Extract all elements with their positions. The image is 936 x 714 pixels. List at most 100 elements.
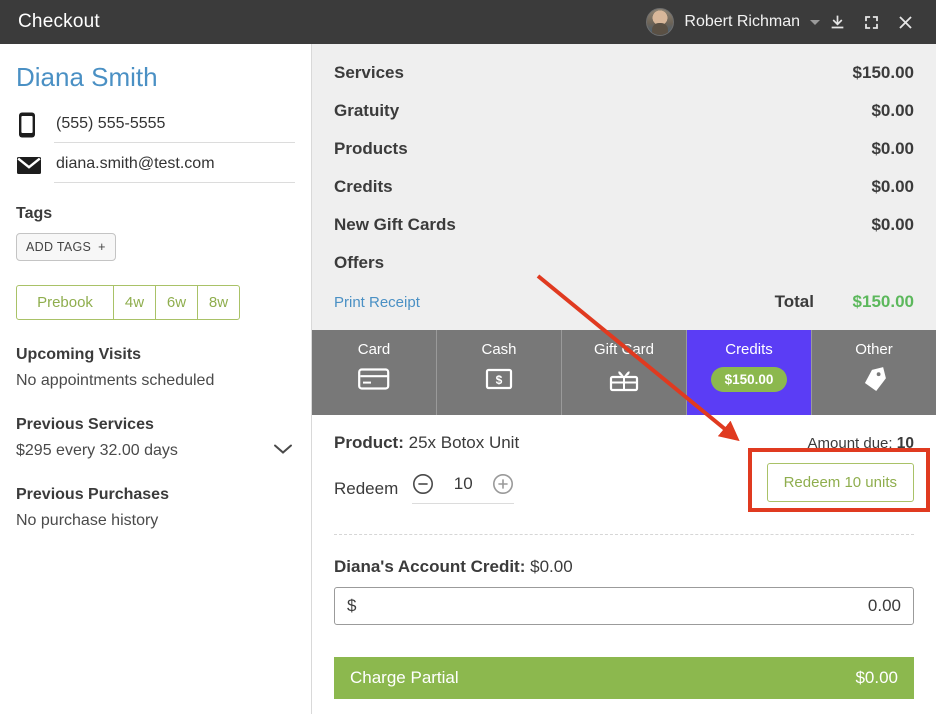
client-name[interactable]: Diana Smith (16, 62, 295, 93)
mobile-phone-icon (16, 111, 54, 139)
checkout-window: Checkout Robert Richman Diana Smith (555… (0, 0, 936, 714)
fullscreen-button[interactable] (854, 0, 888, 44)
previous-purchases-value: No purchase history (16, 512, 159, 529)
charge-partial-button[interactable]: Charge Partial $0.00 (334, 657, 914, 699)
summary-value: $0.00 (871, 215, 914, 234)
account-credit-value: $0.00 (530, 557, 573, 576)
summary-label: Offers (334, 253, 385, 272)
redeem-section: Product: 25x Botox Unit Amount due: 10 R… (312, 415, 936, 504)
quantity-value[interactable]: 10 (450, 474, 476, 494)
section-divider (334, 534, 914, 535)
redeem-button-holder: Redeem 10 units (766, 463, 914, 502)
summary-row: Services $150.00 (334, 54, 914, 92)
user-name: Robert Richman (684, 13, 800, 30)
prebook-group: Prebook 4w 6w 8w (16, 285, 240, 320)
redeem-header: Product: 25x Botox Unit Amount due: 10 (334, 433, 914, 453)
total-row: Print Receipt Total $150.00 (334, 282, 914, 322)
amount-due-value: 10 (896, 435, 914, 452)
gift-card-icon (609, 367, 639, 398)
summary-label: Gratuity (334, 101, 400, 120)
titlebar-actions: Robert Richman (646, 0, 936, 44)
redeem-units-button[interactable]: Redeem 10 units (766, 463, 914, 502)
credits-badge: $150.00 (710, 367, 788, 392)
print-receipt-link[interactable]: Print Receipt (334, 294, 420, 311)
summary-label: Services (334, 63, 404, 82)
phone-row: (555) 555-5555 (16, 107, 295, 143)
total-value: $150.00 (852, 292, 914, 311)
titlebar: Checkout Robert Richman (0, 0, 936, 44)
summary-row: Offers (334, 244, 914, 282)
product-value: 25x Botox Unit (408, 433, 520, 452)
page-title: Checkout (18, 11, 100, 32)
account-credit-label: Diana's Account Credit: (334, 557, 526, 576)
cash-bill-icon: $ (485, 367, 513, 396)
product-line: Product: 25x Botox Unit (334, 433, 519, 453)
increment-button[interactable] (492, 473, 514, 495)
amount-input[interactable]: $ 0.00 (334, 587, 914, 625)
previous-services-label: Previous Services (16, 416, 154, 433)
summary-row: Gratuity $0.00 (334, 92, 914, 130)
svg-text:$: $ (496, 373, 503, 387)
charge-amount: $0.00 (855, 668, 898, 687)
currency-symbol: $ (347, 596, 357, 615)
prebook-button[interactable]: Prebook (17, 286, 113, 319)
payment-method-tabs: Card Cash $ Gift Card Credits $150.00 Ot… (312, 330, 936, 415)
tab-label: Cash (481, 341, 517, 358)
email-row: diana.smith@test.com (16, 147, 295, 183)
price-tag-icon (859, 367, 889, 398)
tab-credits[interactable]: Credits $150.00 (686, 330, 811, 415)
tab-label: Gift Card (593, 341, 654, 358)
add-tags-button[interactable]: ADD TAGS + (16, 233, 116, 261)
credit-card-icon (358, 367, 390, 396)
chevron-down-icon[interactable] (810, 19, 820, 25)
tab-label: Other (855, 341, 893, 358)
summary-value: $0.00 (871, 177, 914, 196)
tab-other[interactable]: Other (811, 330, 936, 415)
amount-due-label: Amount due: (807, 435, 893, 452)
summary-label: Credits (334, 177, 393, 196)
summary-row: Products $0.00 (334, 130, 914, 168)
envelope-icon (16, 154, 54, 176)
charge-label: Charge Partial (350, 668, 459, 687)
product-label: Product: (334, 433, 404, 452)
previous-purchases-section: Previous Purchases No purchase history (16, 486, 295, 530)
tab-label: Credits (725, 341, 773, 358)
summary-value: $0.00 (871, 139, 914, 158)
previous-services-section: Previous Services $295 every 32.00 days (16, 416, 295, 460)
redeem-label: Redeem (334, 478, 399, 498)
phone-value[interactable]: (555) 555-5555 (54, 107, 295, 143)
tab-card[interactable]: Card (312, 330, 436, 415)
summary-value: $0.00 (871, 101, 914, 120)
tab-label: Card (357, 341, 391, 358)
client-sidebar: Diana Smith (555) 555-5555 diana.smith@t… (0, 44, 312, 714)
order-summary: Services $150.00 Gratuity $0.00 Products… (312, 44, 936, 330)
amount-due: Amount due: 10 (808, 435, 914, 453)
prebook-6w-button[interactable]: 6w (155, 286, 197, 319)
previous-services-value: $295 every 32.00 days (16, 442, 178, 459)
amount-value[interactable]: 0.00 (868, 596, 901, 616)
plus-icon: + (98, 240, 106, 254)
close-button[interactable] (888, 0, 922, 44)
summary-label: Products (334, 139, 408, 158)
summary-label: New Gift Cards (334, 215, 456, 234)
tags-label: Tags (16, 205, 53, 222)
previous-purchases-label: Previous Purchases (16, 486, 169, 503)
tab-cash[interactable]: Cash $ (436, 330, 561, 415)
quantity-stepper: 10 (412, 473, 515, 504)
avatar (646, 8, 675, 36)
upcoming-visits-label: Upcoming Visits (16, 346, 142, 363)
summary-value: $150.00 (852, 63, 914, 82)
decrement-button[interactable] (412, 473, 434, 495)
total-label: Total (774, 292, 814, 311)
account-credit-title: Diana's Account Credit: $0.00 (334, 557, 914, 577)
tab-gift-card[interactable]: Gift Card (561, 330, 686, 415)
email-value[interactable]: diana.smith@test.com (54, 147, 295, 183)
checkout-main: Services $150.00 Gratuity $0.00 Products… (312, 44, 936, 714)
summary-row: Credits $0.00 (334, 168, 914, 206)
prebook-4w-button[interactable]: 4w (113, 286, 155, 319)
minimize-button[interactable] (820, 0, 854, 44)
add-tags-label: ADD TAGS (26, 240, 92, 254)
summary-row: New Gift Cards $0.00 (334, 206, 914, 244)
prebook-8w-button[interactable]: 8w (197, 286, 239, 319)
chevron-down-icon[interactable] (273, 442, 293, 460)
